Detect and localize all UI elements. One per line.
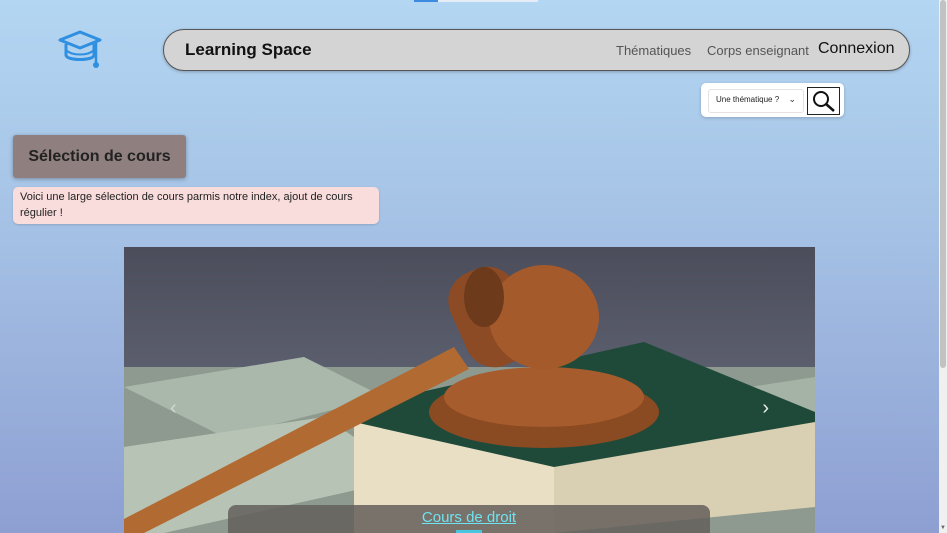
- slide-caption-link[interactable]: Cours de droit: [228, 509, 710, 526]
- section-title: Sélection de cours: [13, 135, 186, 178]
- carousel-next-icon[interactable]: ›: [762, 397, 769, 420]
- theme-select-value: Une thématique ?: [716, 95, 780, 104]
- search-button[interactable]: [807, 87, 840, 115]
- scrollbar-thumb[interactable]: [940, 0, 946, 368]
- nav-link-themes[interactable]: Thématiques: [616, 43, 691, 58]
- nav-link-login[interactable]: Connexion: [818, 40, 895, 58]
- gavel-image: [124, 265, 815, 533]
- chevron-down-icon: ⌄: [788, 94, 796, 104]
- brand-title[interactable]: Learning Space: [185, 40, 312, 60]
- page-indicator: [414, 0, 538, 2]
- page-indicator-active: [414, 0, 438, 2]
- section-intro: Voici une large sélection de cours parmi…: [13, 187, 379, 224]
- search-panel: Une thématique ? ⌄: [701, 83, 844, 117]
- search-icon: [813, 91, 835, 112]
- navbar: Learning Space Thématiques Corps enseign…: [163, 29, 910, 71]
- carousel-prev-icon[interactable]: ‹: [170, 397, 177, 420]
- scroll-down-icon[interactable]: ▼: [940, 525, 946, 531]
- graduation-cap-icon[interactable]: [58, 30, 102, 70]
- caption-bar: Cours de droit: [228, 505, 710, 533]
- course-carousel[interactable]: ‹ › Cours de droit: [124, 247, 815, 533]
- scrollbar[interactable]: ▼: [939, 0, 947, 533]
- theme-select[interactable]: Une thématique ? ⌄: [708, 89, 804, 113]
- nav-link-teachers[interactable]: Corps enseignant: [707, 43, 809, 58]
